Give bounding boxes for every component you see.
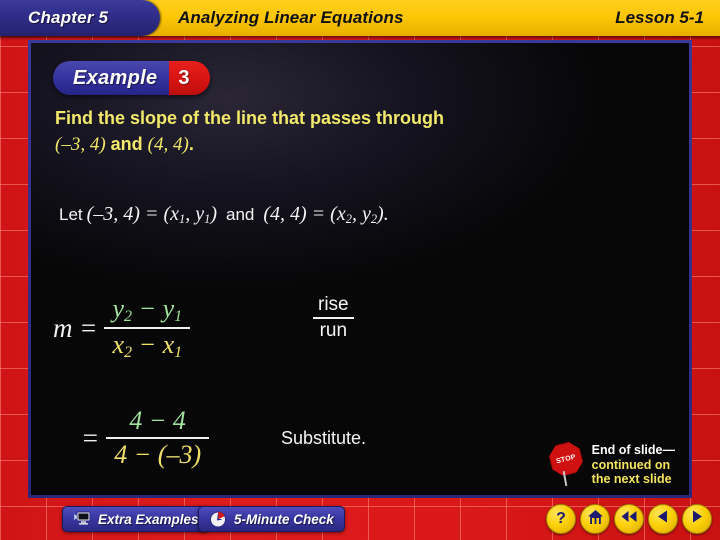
question-period: . [188,134,194,155]
question-mark-icon: ? [556,510,566,527]
example-badge-number: 3 [169,61,210,95]
five-minute-check-label: 5-Minute Check [234,511,334,527]
left-arrow-icon [655,509,671,529]
home-button[interactable] [580,504,610,534]
monitor-icon [72,511,92,528]
stop-sign-icon: STOP [547,443,585,487]
stop-sign-octagon: STOP [546,439,585,478]
let-keyword: Let [59,205,83,224]
substitution-denominator: 4 − (–3) [114,440,202,469]
substitution-fraction: 4 − 4 4 − (–3) [106,405,210,471]
end-note-line3: the next slide [591,472,672,487]
stop-sign-text: STOP [555,453,577,465]
rewind-button[interactable] [614,504,644,534]
home-icon [587,509,604,530]
end-note-line1: End of slide— [591,442,675,457]
question-point2: (4, 4) [147,134,189,156]
question-conjunction: and [105,134,148,155]
question-line1: Find the slope of the line that passes t… [55,108,445,128]
next-button[interactable] [682,504,712,534]
let-assignment-line: Let (–3, 4) = (x1, y1) and (4, 4) = (x2,… [59,203,393,227]
page-title: Analyzing Linear Equations [178,8,404,27]
formula-m-equals: m = [53,312,98,343]
five-minute-check-button[interactable]: 5-Minute Check [198,506,345,532]
extra-examples-button[interactable]: Extra Examples [62,506,210,532]
chapter-label: Chapter 5 [28,8,109,27]
clock-icon [209,511,228,528]
let-point2: (4, 4) = (x2, y2). [263,203,389,227]
substitute-annotation: Substitute. [281,428,367,448]
header-shadow [0,36,720,40]
slide-header: Chapter 5 Analyzing Linear Equations Les… [0,0,720,36]
lesson-label: Lesson 5-1 [615,8,704,27]
formula-fraction: y2 − y1 x2 − x1 [104,293,191,363]
run-label: run [319,320,348,341]
content-panel: Example 3 Find the slope of the line tha… [31,43,689,495]
rise-label: rise [318,294,349,315]
substitution-equation: = 4 − 4 4 − (–3) [81,405,210,471]
content-panel-border: Example 3 Find the slope of the line tha… [28,40,692,498]
question-text: Find the slope of the line that passes t… [55,105,655,159]
slide-canvas: Chapter 5 Analyzing Linear Equations Les… [0,0,720,540]
end-of-slide-note: STOP End of slide— continued on the next… [547,443,675,487]
example-badge-word: Example [53,61,170,95]
substitution-equals: = [81,422,100,453]
end-of-slide-text: End of slide— continued on the next slid… [592,443,675,487]
let-and: and [225,205,255,224]
extra-examples-label: Extra Examples [98,511,199,527]
slope-formula: m = y2 − y1 x2 − x1 [53,293,191,363]
chapter-tab: Chapter 5 [0,0,160,36]
end-note-line2: continued on [591,457,671,472]
previous-button[interactable] [648,504,678,534]
substitution-numerator: 4 − 4 [129,406,186,435]
right-arrow-icon [689,509,705,529]
let-point1: (–3, 4) = (x1, y1) [86,203,217,227]
formula-numerator: y2 − y1 [112,294,183,326]
double-left-arrow-icon [620,509,638,529]
example-badge: Example 3 [53,61,210,95]
question-point1: (–3, 4) [55,134,106,156]
help-button[interactable]: ? [546,504,576,534]
rise-over-run-label: rise run [313,293,354,343]
formula-denominator: x2 − x1 [112,330,183,362]
